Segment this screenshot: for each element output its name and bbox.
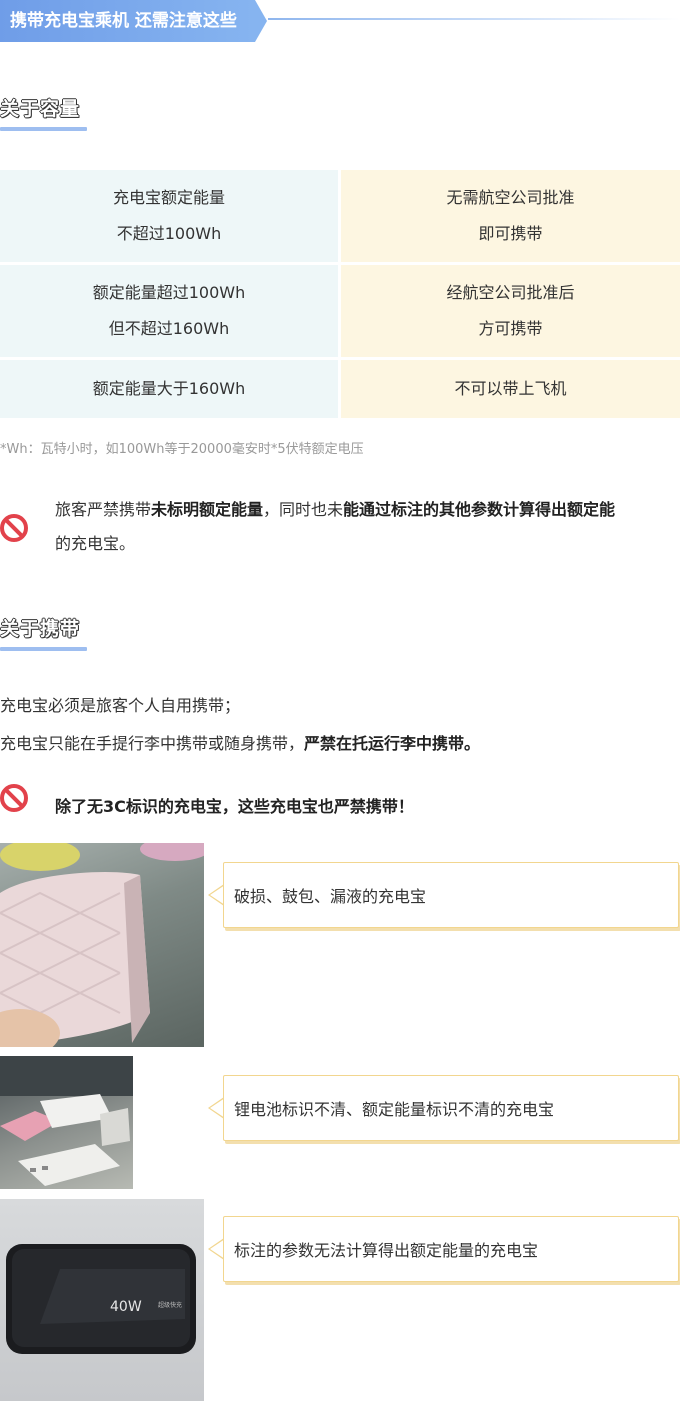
callout-text: 破损、鼓包、漏液的充电宝 (234, 887, 427, 906)
callout-unreadable-params: 标注的参数无法计算得出额定能量的充电宝 (223, 1216, 679, 1282)
banner-arrow (255, 0, 267, 42)
table-cell-condition: 额定能量大于160Wh (0, 360, 338, 418)
power-bank-pile-illustration (0, 1056, 133, 1186)
notice-bold: 未标明额定能量 (151, 500, 264, 519)
page-banner: 携带充电宝乘机 还需注意这些 (0, 0, 255, 42)
cell-line: 额定能量超过100Wh (92, 283, 246, 302)
prohibit-icon (0, 514, 28, 542)
section-title-carry: 关于携带 (0, 618, 81, 641)
notice-unmarked: 旅客严禁携带未标明额定能量，同时也未能通过标注的其他参数计算得出额定能 的充电宝… (55, 493, 680, 561)
prohibit-icon (0, 784, 28, 812)
carry-rule-1: 充电宝必须是旅客个人自用携带； (0, 696, 241, 715)
section-underline (0, 647, 87, 651)
table-cell-condition: 额定能量超过100Wh 但不超过160Wh (0, 265, 338, 357)
device-label: 40W (110, 1299, 142, 1315)
cell-line: 不超过100Wh (116, 224, 222, 243)
carry-rule-text: 充电宝只能在手提行李中携带或随身携带， (0, 734, 305, 753)
callout-damaged: 破损、鼓包、漏液的充电宝 (223, 862, 679, 928)
photo-damaged-power-bank (0, 843, 204, 1047)
table-cell-rule: 无需航空公司批准 即可携带 (341, 170, 680, 262)
carry-rule-bold: 严禁在托运行李中携带。 (304, 734, 481, 753)
device-brand: 超级快充 (158, 1301, 182, 1309)
cell-line: 但不超过160Wh (108, 319, 230, 338)
banner-divider (268, 18, 680, 20)
cell-line: 额定能量大于160Wh (92, 379, 246, 398)
notice-line-1: 旅客严禁携带未标明额定能量，同时也未能通过标注的其他参数计算得出额定能 (55, 493, 680, 527)
capacity-table: 充电宝额定能量 不超过100Wh 无需航空公司批准 即可携带 额定能量超过100… (0, 170, 680, 418)
cell-line: 经航空公司批准后 (446, 283, 575, 302)
section-title-capacity: 关于容量 (0, 98, 81, 121)
callout-unclear-label: 锂电池标识不清、额定能量标识不清的充电宝 (223, 1075, 679, 1141)
photo-unclear-label-power-banks (0, 1056, 133, 1189)
notice-text: ，同时也未 (263, 500, 344, 519)
callout-text: 锂电池标识不清、额定能量标识不清的充电宝 (234, 1100, 555, 1119)
black-power-bank-illustration: 40W 超级快充 (6, 1244, 196, 1354)
damaged-power-bank-illustration (0, 843, 204, 1047)
photo-unreadable-params-power-bank: 40W 超级快充 (0, 1199, 204, 1401)
notice-line-2: 的充电宝。 (55, 534, 136, 553)
notice-bold: 能通过标注的其他参数计算得出额定能 (343, 500, 616, 519)
table-cell-condition: 充电宝额定能量 不超过100Wh (0, 170, 338, 262)
footnote: *Wh：瓦特小时，如100Wh等于20000毫安时*5伏特额定电压 (0, 442, 364, 457)
cell-line: 即可携带 (478, 224, 543, 243)
cell-line: 无需航空公司批准 (446, 188, 575, 207)
cell-line: 方可携带 (478, 319, 543, 338)
table-cell-rule: 经航空公司批准后 方可携带 (341, 265, 680, 357)
cell-line: 不可以带上飞机 (454, 379, 567, 398)
notice-text: 旅客严禁携带 (55, 500, 152, 519)
cell-line: 充电宝额定能量 (112, 188, 225, 207)
carry-rules: 充电宝必须是旅客个人自用携带； 充电宝只能在手提行李中携带或随身携带，严禁在托运… (0, 689, 680, 761)
callout-text: 标注的参数无法计算得出额定能量的充电宝 (234, 1241, 539, 1260)
notice-3c: 除了无3C标识的充电宝，这些充电宝也严禁携带！ (55, 797, 414, 816)
section-underline (0, 127, 87, 131)
banner-title: 携带充电宝乘机 还需注意这些 (10, 11, 237, 31)
carry-rule-2: 充电宝只能在手提行李中携带或随身携带，严禁在托运行李中携带。 (0, 727, 680, 761)
table-cell-rule: 不可以带上飞机 (341, 360, 680, 418)
